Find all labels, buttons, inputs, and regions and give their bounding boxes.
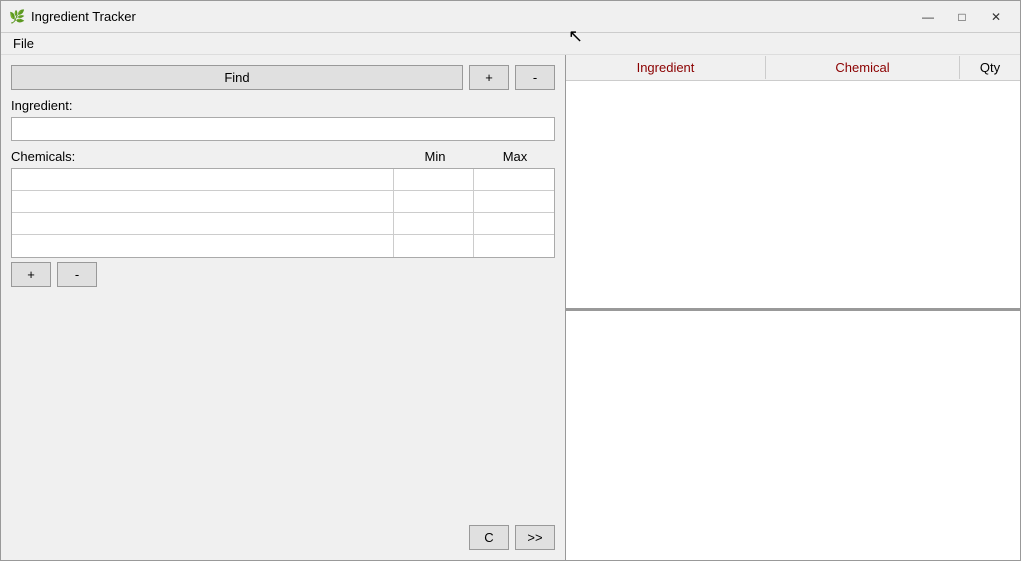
main-content: Find + - Ingredient: Chemicals: Min Max xyxy=(1,55,1020,560)
window-controls: — □ ✕ xyxy=(912,5,1012,29)
chem-name-cell xyxy=(12,191,394,212)
chem-max-cell xyxy=(474,235,554,257)
app-icon: 🌿 xyxy=(9,9,25,25)
left-panel: Find + - Ingredient: Chemicals: Min Max xyxy=(1,55,566,560)
bottom-buttons: C >> xyxy=(11,525,555,550)
chem-min-cell xyxy=(394,169,474,190)
chem-name-cell xyxy=(12,235,394,257)
right-bottom[interactable] xyxy=(566,310,1020,560)
main-window: 🌿 Ingredient Tracker — □ ✕ File Find + -… xyxy=(0,0,1021,561)
remove-chemical-button[interactable]: - xyxy=(57,262,97,287)
chemicals-label: Chemicals: xyxy=(11,149,395,164)
menu-bar: File xyxy=(1,33,1020,55)
window-title: Ingredient Tracker xyxy=(31,9,912,24)
ingredient-input[interactable] xyxy=(11,117,555,141)
chem-row xyxy=(12,235,554,257)
top-buttons: Find + - xyxy=(11,65,555,90)
right-panel: Ingredient Chemical Qty xyxy=(566,55,1020,560)
chem-max-cell xyxy=(474,213,554,234)
max-col-header: Max xyxy=(475,149,555,164)
clear-button[interactable]: C xyxy=(469,525,509,550)
next-button[interactable]: >> xyxy=(515,525,555,550)
chemicals-table xyxy=(11,168,555,258)
chem-min-cell xyxy=(394,213,474,234)
menu-file[interactable]: File xyxy=(5,34,42,53)
add-ingredient-button[interactable]: + xyxy=(469,65,509,90)
minimize-button[interactable]: — xyxy=(912,5,944,29)
col-header-ingredient: Ingredient xyxy=(566,56,766,79)
chem-max-cell xyxy=(474,191,554,212)
remove-ingredient-button[interactable]: - xyxy=(515,65,555,90)
maximize-button[interactable]: □ xyxy=(946,5,978,29)
close-button[interactable]: ✕ xyxy=(980,5,1012,29)
chem-row xyxy=(12,213,554,235)
chem-max-cell xyxy=(474,169,554,190)
chemicals-col-headers: Chemicals: Min Max xyxy=(11,149,555,164)
chem-min-cell xyxy=(394,235,474,257)
add-chemical-button[interactable]: + xyxy=(11,262,51,287)
min-col-header: Min xyxy=(395,149,475,164)
right-top-table: Ingredient Chemical Qty xyxy=(566,55,1020,310)
col-header-qty: Qty xyxy=(960,56,1020,79)
ingredient-label: Ingredient: xyxy=(11,98,555,113)
ingredient-section: Ingredient: xyxy=(11,98,555,141)
chemicals-section: Chemicals: Min Max xyxy=(11,149,555,287)
col-header-chemical: Chemical xyxy=(766,56,960,79)
chem-buttons: + - xyxy=(11,262,555,287)
table-scroll-area[interactable] xyxy=(566,81,1020,308)
chem-name-cell xyxy=(12,213,394,234)
find-button[interactable]: Find xyxy=(11,65,463,90)
title-bar: 🌿 Ingredient Tracker — □ ✕ xyxy=(1,1,1020,33)
chem-row xyxy=(12,169,554,191)
chem-name-cell xyxy=(12,169,394,190)
chem-row xyxy=(12,191,554,213)
chem-min-cell xyxy=(394,191,474,212)
table-header: Ingredient Chemical Qty xyxy=(566,55,1020,81)
